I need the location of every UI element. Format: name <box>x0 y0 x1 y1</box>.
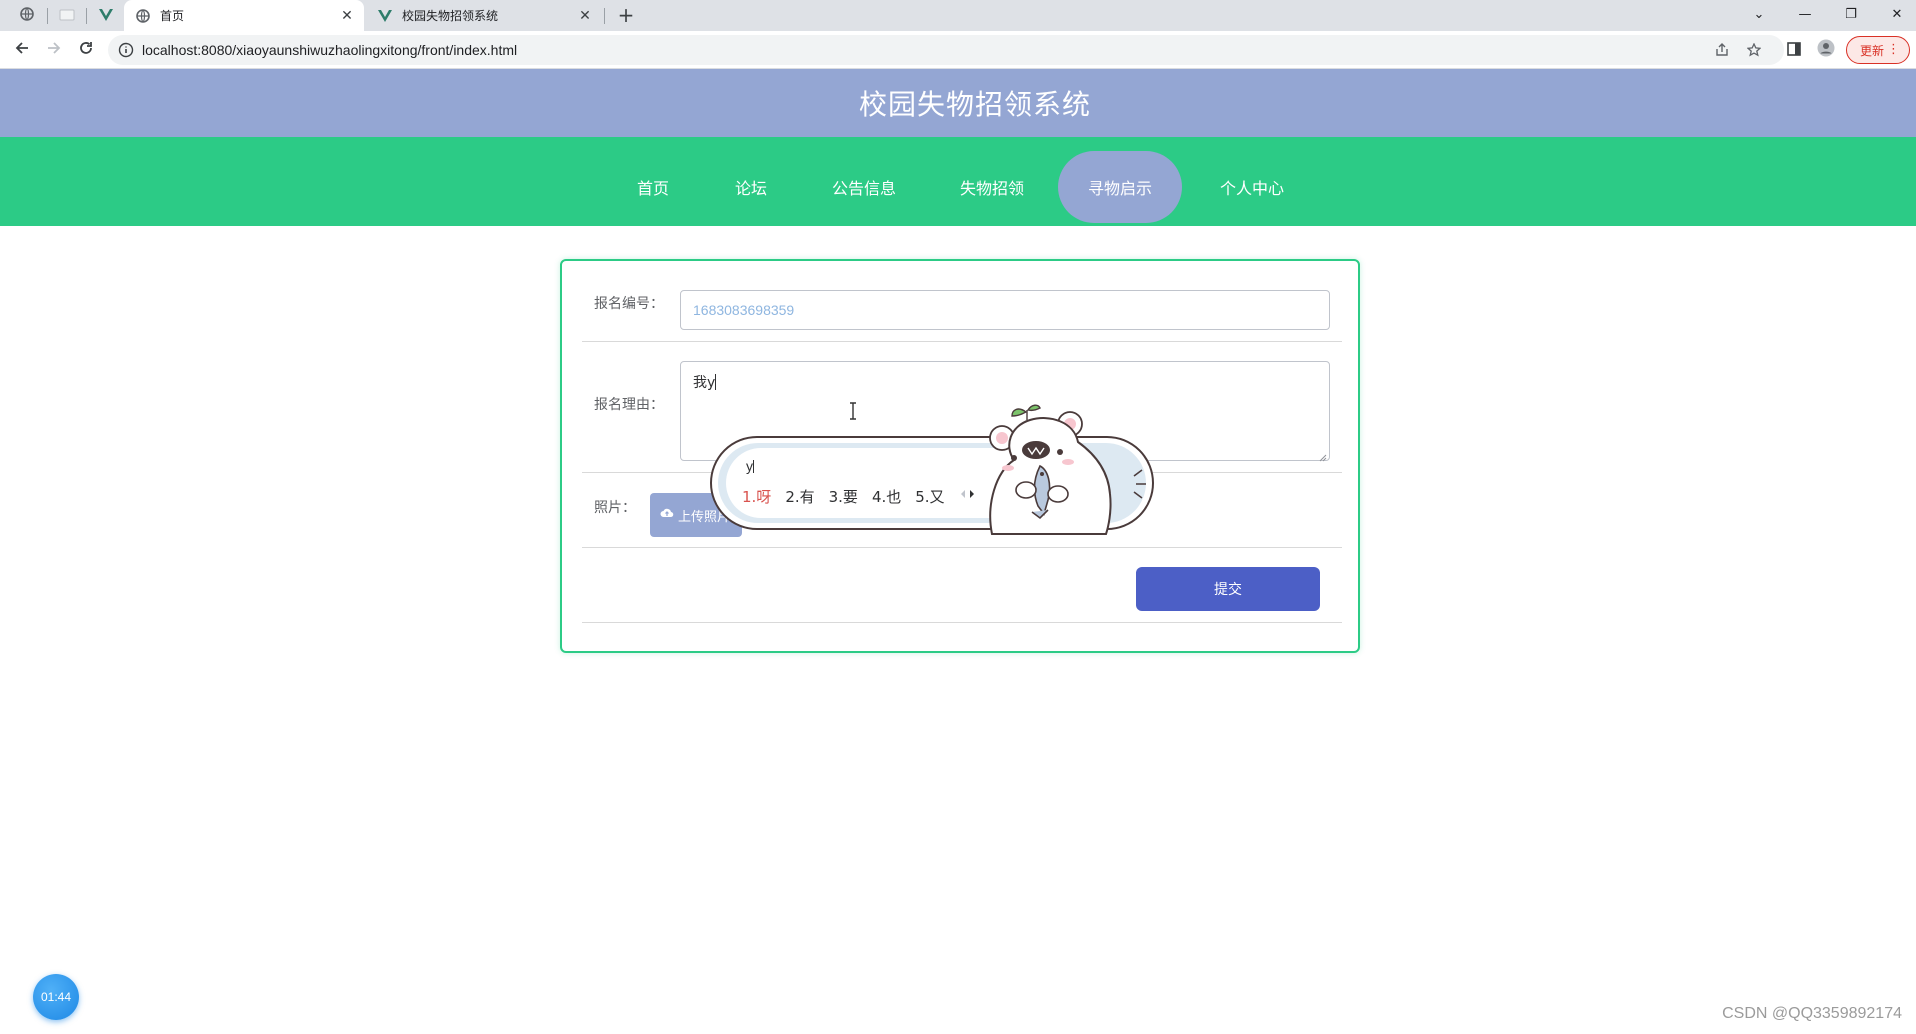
main-nav: 首页 论坛 公告信息 失物招领 寻物启示 个人中心 <box>0 137 1916 226</box>
close-tab-icon[interactable]: ✕ <box>338 7 356 25</box>
ime-page-arrows-icon[interactable] <box>958 486 978 502</box>
text-cursor-icon <box>848 402 858 420</box>
tab-separator <box>47 8 48 24</box>
ime-candidate[interactable]: 4.也 <box>872 486 901 507</box>
nav-home[interactable]: 首页 <box>620 151 686 223</box>
watermark: CSDN @QQ3359892174 <box>1722 1005 1902 1022</box>
divider <box>582 547 1342 548</box>
vue-logo-icon <box>99 6 113 25</box>
ime-candidates: 1.呀 2.有 3.要 4.也 5.又 <box>742 486 945 507</box>
pinned-tab-blank[interactable] <box>54 4 80 27</box>
bear-mascot-icon <box>978 386 1158 536</box>
update-label: 更新 <box>1860 43 1885 58</box>
side-panel-button[interactable] <box>1782 38 1806 62</box>
minimize-button[interactable]: — <box>1782 0 1828 28</box>
back-button[interactable] <box>10 38 34 62</box>
tab-title: 首页 <box>160 9 185 23</box>
number-label: 报名编号： <box>594 296 664 312</box>
forward-arrow-icon <box>46 40 62 60</box>
recording-timer[interactable]: 01:44 <box>33 974 79 1020</box>
new-tab-button[interactable]: + <box>614 3 638 27</box>
site-header: 校园失物招领系统 <box>0 69 1916 137</box>
photo-label: 照片： <box>594 500 636 516</box>
back-arrow-icon <box>14 40 30 60</box>
submit-button[interactable]: 提交 <box>1136 567 1320 611</box>
text-caret <box>715 374 717 390</box>
number-value: 1683083698359 <box>693 302 795 318</box>
ime-caret <box>753 460 754 473</box>
globe-icon <box>20 6 34 25</box>
browser-tabstrip: 首页 ✕ 校园失物招领系统 ✕ + ⌄ — ❐ ✕ <box>0 0 1916 31</box>
ime-candidate[interactable]: 1.呀 <box>742 486 771 507</box>
reload-button[interactable] <box>74 38 98 62</box>
site-info-icon[interactable] <box>118 42 134 58</box>
tab-separator <box>86 8 87 24</box>
ime-candidate[interactable]: 5.又 <box>915 486 944 507</box>
avatar-icon <box>1817 39 1835 61</box>
nav-personal-center[interactable]: 个人中心 <box>1200 151 1304 223</box>
forward-button[interactable] <box>42 38 66 62</box>
ime-candidate[interactable]: 3.要 <box>829 486 858 507</box>
cloud-upload-icon <box>660 507 674 523</box>
ime-composition-text: y <box>746 458 753 474</box>
site-title: 校园失物招领系统 <box>858 88 1091 121</box>
update-button[interactable]: 更新 ⋮ <box>1846 36 1910 64</box>
globe-icon <box>136 8 150 23</box>
close-tab-icon[interactable]: ✕ <box>576 7 594 25</box>
restore-button[interactable]: ❐ <box>1828 0 1874 28</box>
ime-candidate-window: y 1.呀 2.有 3.要 4.也 5.又 <box>710 404 1154 535</box>
close-window-button[interactable]: ✕ <box>1874 0 1916 28</box>
nav-lost-and-found[interactable]: 失物招领 <box>942 151 1042 223</box>
vue-logo-icon <box>378 9 392 23</box>
profile-button[interactable] <box>1814 38 1838 62</box>
tab-home[interactable]: 首页 ✕ <box>124 0 364 31</box>
divider <box>582 341 1342 342</box>
reload-icon <box>78 40 94 60</box>
reason-value: 我y <box>693 375 716 391</box>
reason-label: 报名理由： <box>594 397 664 413</box>
pinned-tab-globe[interactable] <box>14 4 40 27</box>
side-panel-icon <box>1787 41 1801 60</box>
pinned-tab-vue[interactable] <box>93 4 119 27</box>
url-text: localhost:8080/xiaoyaunshiwuzhaolingxito… <box>142 42 518 58</box>
tab-separator <box>604 8 605 24</box>
menu-dots-icon: ⋮ <box>1887 42 1900 57</box>
resize-grip-icon[interactable] <box>1319 450 1327 462</box>
share-icon[interactable] <box>1714 42 1730 58</box>
browser-toolbar: localhost:8080/xiaoyaunshiwuzhaolingxito… <box>0 31 1916 69</box>
blank-page-icon <box>59 6 75 25</box>
address-bar[interactable]: localhost:8080/xiaoyaunshiwuzhaolingxito… <box>108 35 1784 65</box>
tab-lost-found[interactable]: 校园失物招领系统 ✕ <box>366 0 602 31</box>
nav-announcements[interactable]: 公告信息 <box>814 151 914 223</box>
tab-search-button[interactable]: ⌄ <box>1736 0 1782 28</box>
divider <box>582 622 1342 623</box>
number-input[interactable]: 1683083698359 <box>680 290 1330 330</box>
tab-title: 校园失物招领系统 <box>402 9 499 23</box>
nav-forum[interactable]: 论坛 <box>718 151 784 223</box>
ime-composition: y <box>746 458 754 474</box>
bookmark-star-icon[interactable] <box>1746 42 1762 58</box>
nav-lost-item-notice[interactable]: 寻物启示 <box>1058 151 1182 223</box>
ime-candidate[interactable]: 2.有 <box>785 486 814 507</box>
